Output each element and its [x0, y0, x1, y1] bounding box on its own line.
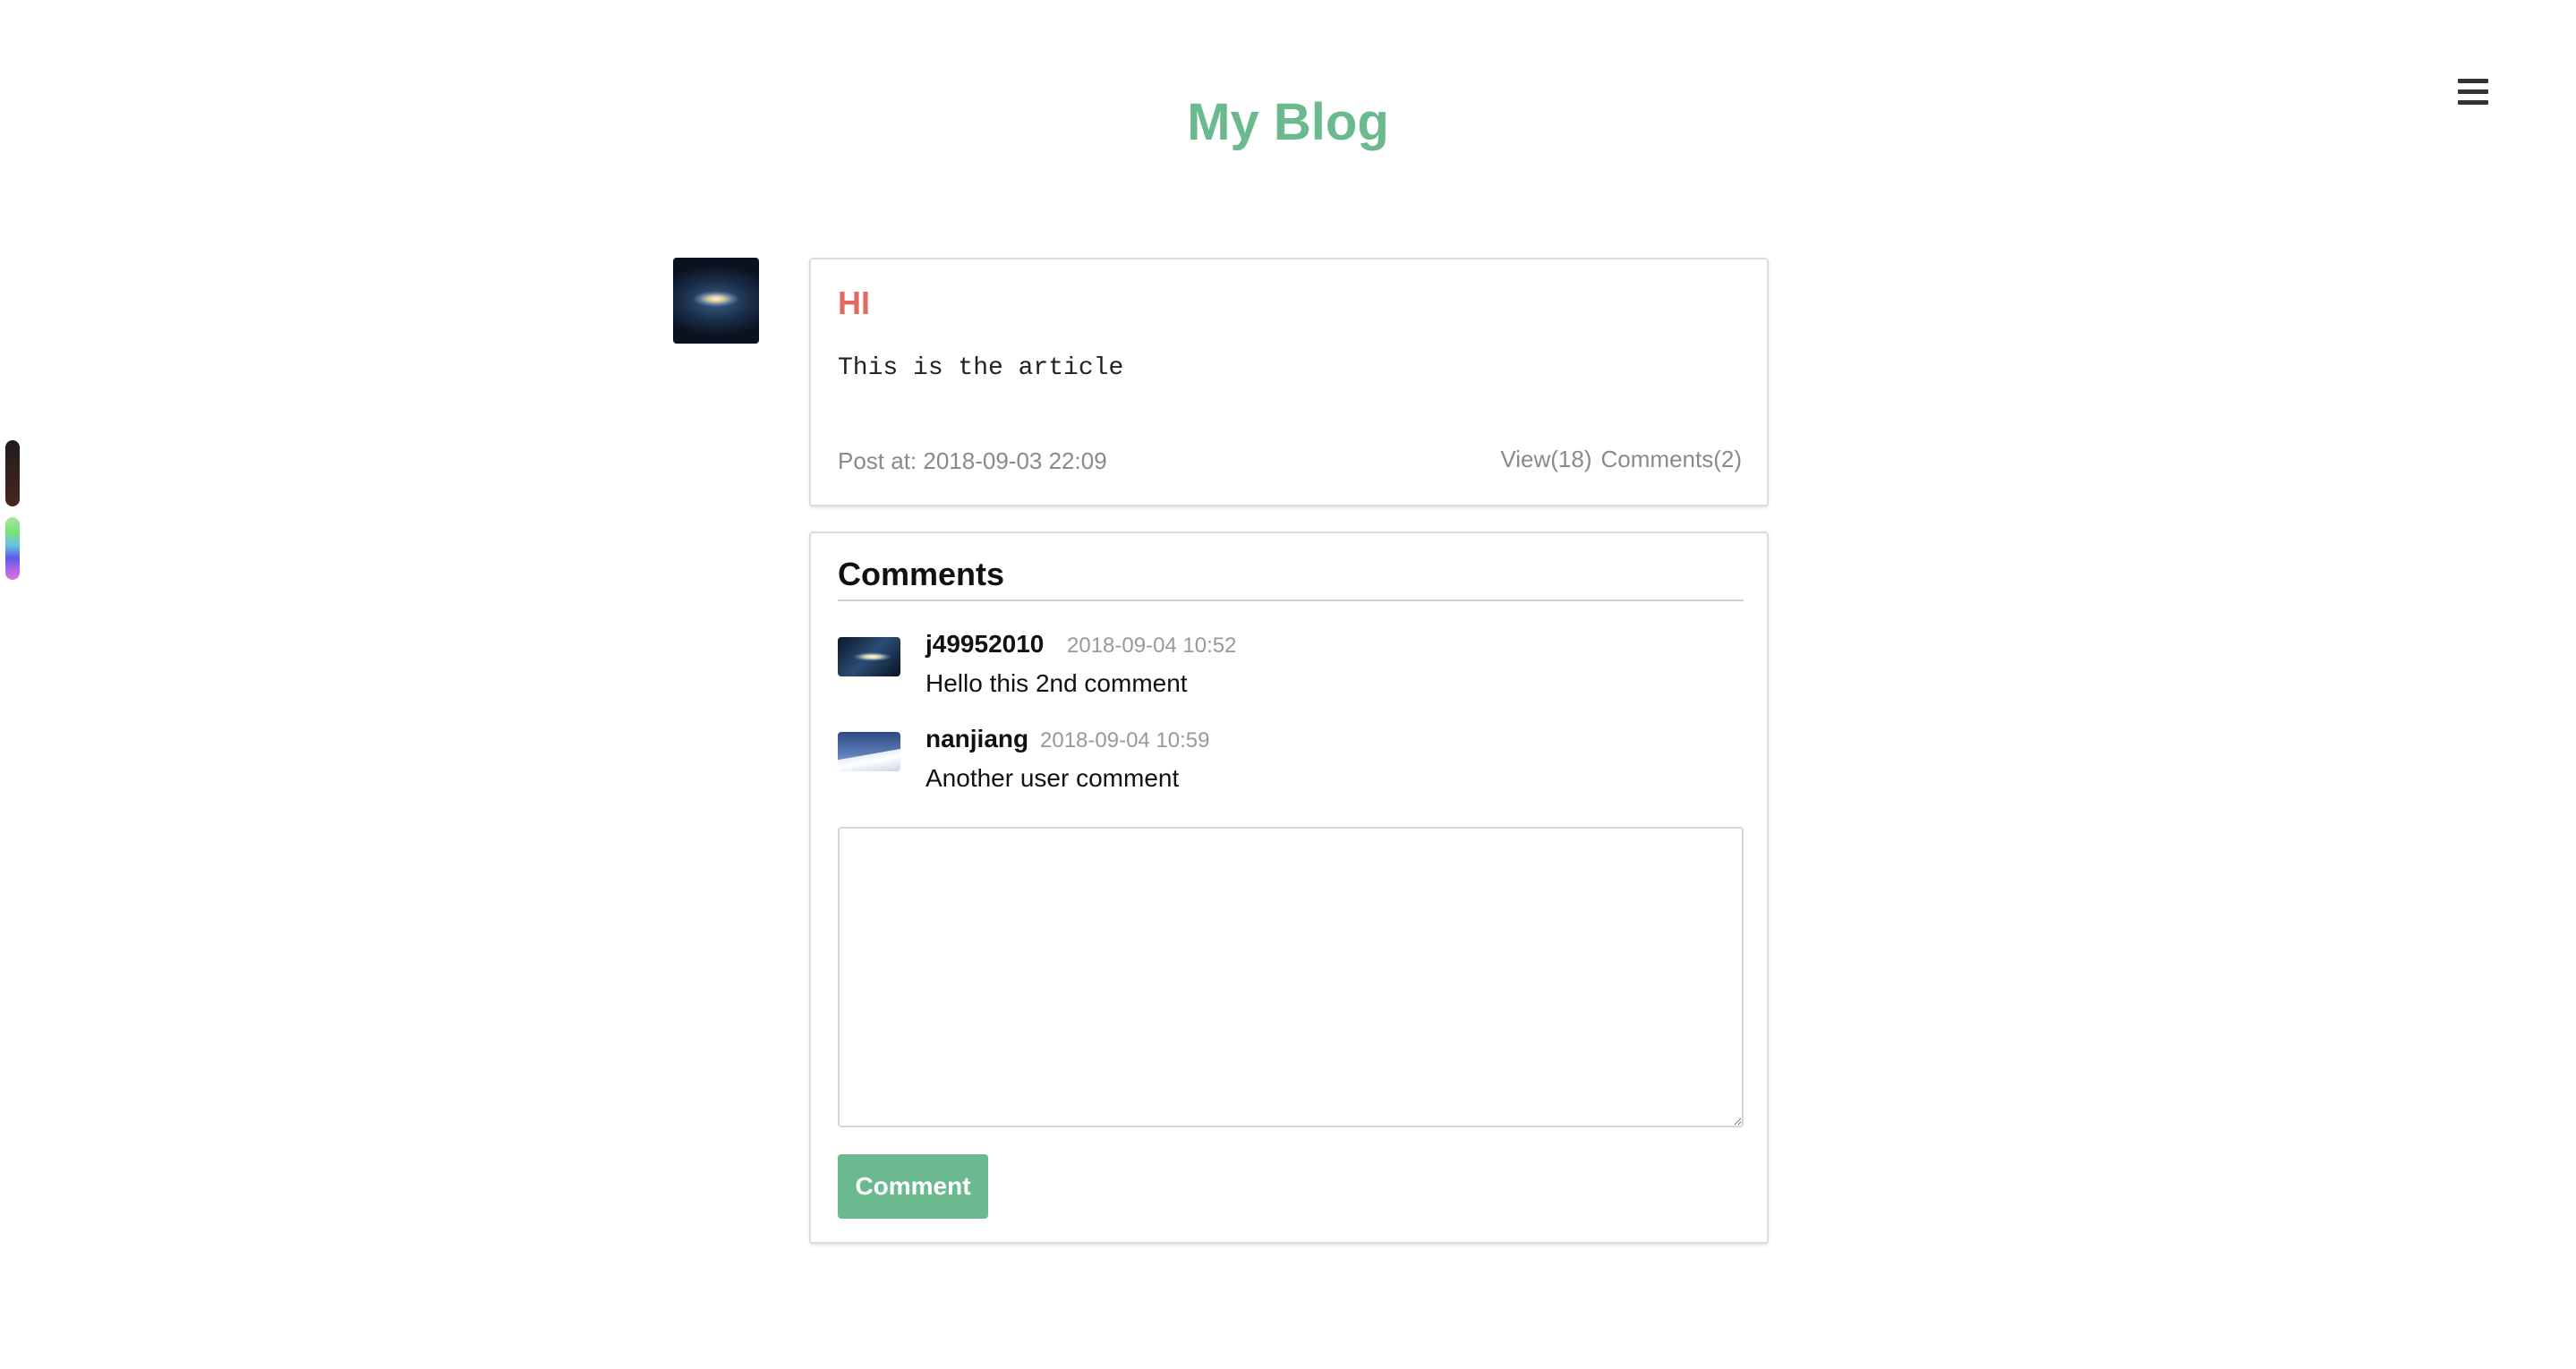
- menu-bar-middle: [2458, 89, 2488, 94]
- rainbow-color-swatch[interactable]: [5, 517, 20, 580]
- comment-text: Hello this 2nd comment: [925, 669, 1188, 697]
- article-title[interactable]: HI: [838, 285, 870, 322]
- article-body: This is the article: [838, 354, 1124, 382]
- article-card: HI This is the article Post at: 2018-09-…: [809, 258, 1769, 506]
- dark-color-swatch[interactable]: [5, 440, 20, 506]
- comment-timestamp: 2018-09-04 10:52: [1067, 633, 1237, 658]
- comment-username[interactable]: j49952010: [925, 630, 1044, 659]
- commenter-avatar[interactable]: [838, 637, 900, 676]
- submit-comment-button[interactable]: Comment: [838, 1154, 988, 1219]
- comment-timestamp: 2018-09-04 10:59: [1040, 728, 1210, 753]
- comment-count-link[interactable]: Comments(2): [1601, 446, 1742, 472]
- menu-bar-bottom: [2458, 100, 2488, 105]
- menu-bar-top: [2458, 79, 2488, 83]
- comments-card: Comments j49952010 2018-09-04 10:52 Hell…: [809, 531, 1769, 1244]
- comment-username[interactable]: nanjiang: [925, 725, 1028, 753]
- site-title[interactable]: My Blog: [0, 88, 2576, 157]
- commenter-avatar[interactable]: [838, 732, 900, 771]
- comment-item: nanjiang 2018-09-04 10:59 Another user c…: [838, 725, 1744, 802]
- article-stats: View(18) Comments(2): [1491, 446, 1742, 473]
- comment-input[interactable]: [838, 827, 1744, 1127]
- comment-text: Another user comment: [925, 764, 1180, 792]
- view-count-link[interactable]: View(18): [1500, 446, 1591, 472]
- side-color-palette[interactable]: [5, 440, 21, 580]
- article-post-date: Post at: 2018-09-03 22:09: [838, 447, 1107, 474]
- author-avatar[interactable]: [673, 258, 759, 344]
- comments-heading: Comments: [838, 555, 1744, 601]
- hamburger-menu-icon[interactable]: [2458, 79, 2488, 106]
- comment-item: j49952010 2018-09-04 10:52 Hello this 2n…: [838, 630, 1744, 707]
